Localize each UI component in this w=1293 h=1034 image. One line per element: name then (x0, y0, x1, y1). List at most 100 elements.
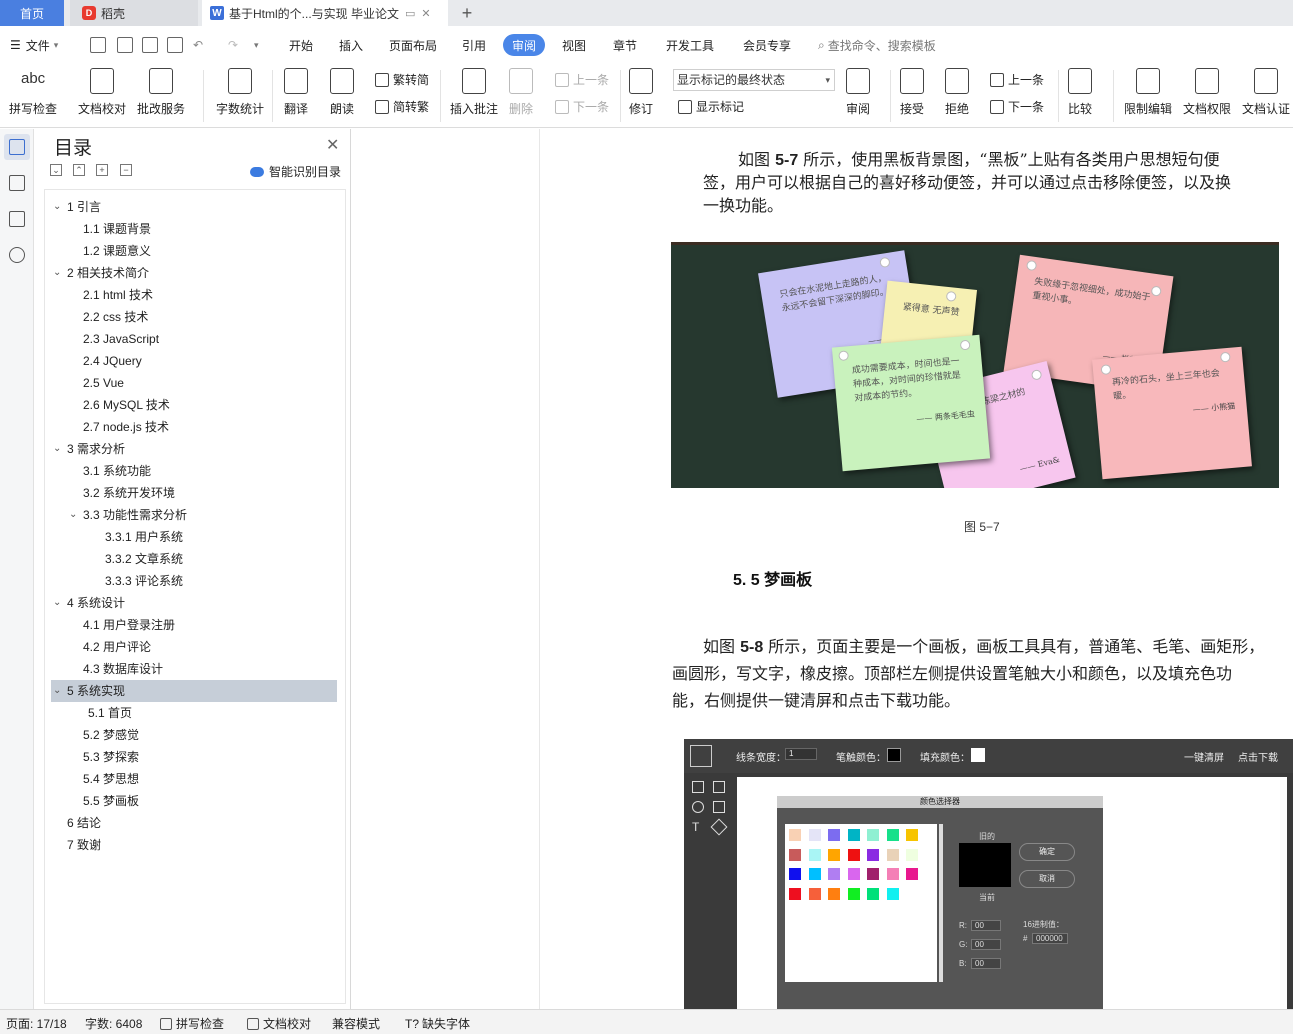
command-search[interactable]: ⌕ 查找命令、搜索模板 (818, 34, 936, 56)
close-tab-icon[interactable]: ✕ (421, 7, 430, 20)
show-marks-button[interactable]: 显示标记 (678, 98, 744, 115)
undo-icon[interactable]: ↶ (193, 34, 203, 56)
window-icon[interactable]: ▭ (405, 7, 415, 20)
toc-item[interactable]: ⌄ 4 系统设计 (51, 592, 337, 614)
chevron-down-icon[interactable]: ⌄ (53, 592, 61, 614)
review-pane-button[interactable]: 审阅 (846, 68, 870, 117)
toc-item[interactable]: 5.3 梦探索 (51, 746, 337, 768)
menu-insert[interactable]: 插入 (339, 34, 363, 56)
toc-item[interactable]: 3.3.1 用户系统 (51, 526, 337, 548)
toc-item[interactable]: ⌄ 5 系统实现 (51, 680, 337, 702)
compat-mode-indicator[interactable]: 兼容模式 (332, 1015, 380, 1032)
export-pdf-icon[interactable] (117, 37, 133, 53)
expand-up-icon[interactable]: ⌃ (73, 164, 85, 176)
smart-toc-button[interactable]: 智能识别目录 (250, 163, 341, 180)
translate-button[interactable]: 翻译 (284, 68, 308, 117)
toc-item[interactable]: 3.1 系统功能 (51, 460, 337, 482)
chevron-down-icon[interactable]: ⌄ (53, 262, 61, 284)
chevron-down-icon[interactable]: ⌄ (53, 438, 61, 460)
toc-item[interactable]: ⌄ 3.3 功能性需求分析 (51, 504, 337, 526)
toc-item[interactable]: 6 结论 (51, 812, 337, 834)
prev-change-button[interactable]: 上一条 (990, 71, 1044, 88)
chevron-down-icon[interactable]: ⌄ (53, 680, 61, 702)
toc-item[interactable]: 3.3.2 文章系统 (51, 548, 337, 570)
tab-home[interactable]: 首页 (0, 0, 64, 26)
doc-certify-button[interactable]: 文档认证 (1242, 68, 1290, 117)
status-spell-check[interactable]: 拼写检查 (160, 1015, 224, 1032)
menu-devtools[interactable]: 开发工具 (666, 34, 714, 56)
toc-item[interactable]: 7 致谢 (51, 834, 337, 856)
toc-item[interactable]: ⌄ 1 引言 (51, 196, 337, 218)
toc-item[interactable]: 5.5 梦画板 (51, 790, 337, 812)
toc-item[interactable]: 2.5 Vue (51, 372, 337, 394)
menu-reference[interactable]: 引用 (462, 34, 486, 56)
print-preview-icon[interactable] (167, 37, 183, 53)
spell-check-button[interactable]: abc 拼写检查 (9, 68, 57, 117)
menu-layout[interactable]: 页面布局 (389, 34, 437, 56)
status-doc-check[interactable]: 文档校对 (247, 1015, 311, 1032)
toc-item[interactable]: ⌄ 3 需求分析 (51, 438, 337, 460)
revise-button[interactable]: 修订 (629, 68, 653, 117)
navigation-icon[interactable] (9, 175, 25, 191)
menu-section[interactable]: 章节 (613, 34, 637, 56)
next-change-button[interactable]: 下一条 (990, 98, 1044, 115)
toc-item[interactable]: 4.3 数据库设计 (51, 658, 337, 680)
prev-comment-button[interactable]: 上一条 (555, 71, 609, 88)
toc-item[interactable]: 2.2 css 技术 (51, 306, 337, 328)
add-heading-icon[interactable]: + (96, 164, 108, 176)
next-comment-button[interactable]: 下一条 (555, 98, 609, 115)
accept-button[interactable]: 接受 (900, 68, 924, 117)
trad-to-simp-button[interactable]: 繁转简 (375, 71, 429, 88)
reject-button[interactable]: 拒绝 (945, 68, 969, 117)
batch-service-button[interactable]: 批改服务 (137, 68, 185, 117)
toc-item[interactable]: 4.1 用户登录注册 (51, 614, 337, 636)
menu-member[interactable]: 会员专享 (743, 34, 791, 56)
save-icon[interactable] (90, 37, 106, 53)
toc-item[interactable]: 1.1 课题背景 (51, 218, 337, 240)
toc-item[interactable]: 5.4 梦思想 (51, 768, 337, 790)
menu-start[interactable]: 开始 (289, 34, 313, 56)
print-icon[interactable] (142, 37, 158, 53)
tab-document[interactable]: W 基于Html的个...与实现 毕业论文 ▭ ✕ (202, 0, 448, 26)
read-aloud-button[interactable]: 朗读 (330, 68, 354, 117)
simp-to-trad-button[interactable]: 简转繁 (375, 98, 429, 115)
word-count-indicator[interactable]: 字数: 6408 (85, 1015, 142, 1032)
delete-comment-button[interactable]: 删除 (509, 68, 533, 117)
new-tab-button[interactable]: + (454, 0, 480, 26)
toc-item[interactable]: ⌄ 2 相关技术简介 (51, 262, 337, 284)
collapse-all-icon[interactable]: ⌄ (50, 164, 62, 176)
display-mode-select[interactable]: 显示标记的最终状态 ▾ (673, 69, 835, 91)
toc-item[interactable]: 3.3.3 评论系统 (51, 570, 337, 592)
toc-item[interactable]: 3.2 系统开发环境 (51, 482, 337, 504)
menu-view[interactable]: 视图 (562, 34, 586, 56)
doc-permission-button[interactable]: 文档权限 (1183, 68, 1231, 117)
toc-item[interactable]: 5.2 梦感觉 (51, 724, 337, 746)
page-indicator[interactable]: 页面: 17/18 (6, 1015, 67, 1032)
compare-button[interactable]: 比较 (1068, 68, 1092, 117)
redo-icon[interactable]: ↷ (228, 34, 238, 56)
chevron-down-icon[interactable]: ⌄ (53, 196, 61, 218)
doc-check-button[interactable]: 文档校对 (78, 68, 126, 117)
restrict-edit-button[interactable]: 限制编辑 (1124, 68, 1172, 117)
toc-item[interactable]: 2.7 node.js 技术 (51, 416, 337, 438)
quick-access-more-icon[interactable]: ▾ (254, 34, 259, 56)
search-icon[interactable] (9, 247, 25, 263)
menu-review[interactable]: 审阅 (503, 34, 546, 56)
toc-item[interactable]: 2.6 MySQL 技术 (51, 394, 337, 416)
word-count-button[interactable]: 字数统计 (216, 68, 264, 117)
toc-item[interactable]: 2.4 JQuery (51, 350, 337, 372)
chevron-down-icon[interactable]: ⌄ (69, 504, 77, 526)
file-menu[interactable]: ☰ 文件 ▾ (10, 34, 58, 56)
toc-item[interactable]: 2.3 JavaScript (51, 328, 337, 350)
toc-icon[interactable] (9, 139, 25, 155)
toc-item[interactable]: 2.1 html 技术 (51, 284, 337, 306)
toc-item[interactable]: 4.2 用户评论 (51, 636, 337, 658)
toc-item[interactable]: 5.1 首页 (51, 702, 337, 724)
tab-daoke[interactable]: D 稻壳 (70, 0, 198, 26)
insert-comment-button[interactable]: 插入批注 (450, 68, 498, 117)
close-icon[interactable]: ✕ (326, 135, 339, 155)
remove-heading-icon[interactable]: − (120, 164, 132, 176)
toc-item[interactable]: 1.2 课题意义 (51, 240, 337, 262)
missing-font-indicator[interactable]: T? 缺失字体 (405, 1015, 470, 1032)
document-page[interactable]: 如图 5-7 所示，使用黑板背景图，“黑板”上贴有各类用户思想短句便 签，用户可… (541, 129, 1293, 1009)
